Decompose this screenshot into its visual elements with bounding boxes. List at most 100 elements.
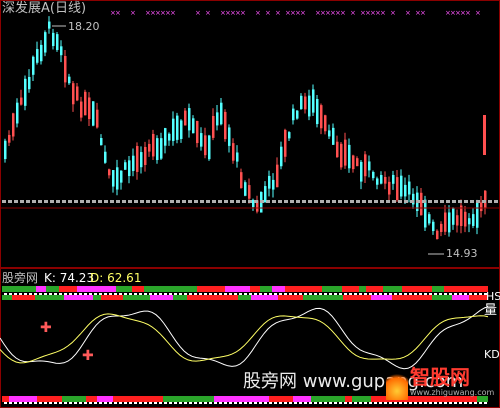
candle-body [296, 110, 299, 119]
signal-bar [359, 286, 366, 292]
dotted-marker [218, 200, 222, 203]
signal-bar [464, 286, 488, 292]
dotted-marker [64, 402, 67, 404]
candle-body [212, 115, 215, 138]
dotted-marker [104, 200, 108, 203]
dotted-marker [164, 293, 167, 295]
signal-bar [322, 286, 342, 292]
dotted-marker [109, 293, 112, 295]
signal-bar [214, 396, 242, 402]
dotted-marker [184, 293, 187, 295]
dotted-marker [84, 293, 87, 295]
dotted-marker [459, 293, 462, 295]
candle-body [80, 101, 83, 118]
dotted-marker [404, 293, 407, 295]
dotted-marker [324, 402, 327, 404]
dotted-marker [334, 402, 337, 404]
dotted-marker [26, 200, 30, 203]
signal-marker: × [170, 9, 176, 17]
signal-marker: × [205, 9, 211, 17]
candle-body [360, 161, 363, 182]
dotted-marker [152, 200, 156, 203]
candle-body [204, 135, 207, 156]
candle-body [92, 101, 95, 126]
candle-body [432, 221, 435, 232]
signal-bar [303, 295, 312, 300]
dotted-marker [149, 293, 152, 295]
dotted-marker [20, 200, 24, 203]
dotted-marker [380, 200, 384, 203]
candle-body [40, 44, 43, 62]
price-candlestick-chart[interactable]: × × × × × × × × × × × × × × × × × × × × × × × × × × × × × × × × × × × × × × × ×… [0, 0, 500, 268]
dotted-marker [326, 200, 330, 203]
dotted-marker [179, 402, 182, 404]
candle-body [44, 32, 47, 53]
watermark-logo: 智股网 www.zhiguwang.com [386, 366, 498, 404]
dotted-marker [339, 402, 342, 404]
signal-bar [144, 286, 154, 292]
dotted-marker [338, 200, 342, 203]
candle-body [328, 130, 331, 137]
dotted-marker [248, 200, 252, 203]
signal-bar [309, 286, 322, 292]
dotted-marker [169, 402, 172, 404]
candle-body [248, 185, 251, 199]
dotted-marker [424, 293, 427, 295]
d-value-label: D: 62.61 [90, 271, 142, 285]
dotted-marker [304, 402, 307, 404]
signal-bar [173, 295, 187, 300]
signal-bar [260, 286, 266, 292]
dotted-marker [334, 293, 337, 295]
candle-body [264, 186, 267, 203]
dotted-marker [470, 200, 474, 203]
candle-body [240, 172, 243, 189]
dotted-marker [339, 293, 342, 295]
signal-bar [432, 286, 444, 292]
candle-body [104, 151, 107, 163]
dotted-marker [224, 200, 228, 203]
signal-bar [123, 295, 150, 300]
dotted-marker [314, 402, 317, 404]
candle-body [232, 143, 235, 161]
signal-bar [285, 286, 309, 292]
signal-bar [432, 295, 444, 300]
dotted-marker [109, 402, 112, 404]
signal-bar [169, 286, 197, 292]
dotted-marker [8, 200, 12, 203]
dotted-marker [386, 200, 390, 203]
dotted-marker [234, 293, 237, 295]
signal-marker: × [130, 9, 136, 17]
candle-body [84, 91, 87, 116]
dotted-marker [264, 402, 267, 404]
dotted-marker [89, 402, 92, 404]
dotted-marker [219, 402, 222, 404]
signal-marker: × [405, 9, 411, 17]
candle-body [112, 170, 115, 187]
candle-body [280, 146, 283, 167]
candle-body [288, 132, 291, 139]
dotted-marker [224, 402, 227, 404]
dotted-marker [32, 200, 36, 203]
candle-body [116, 167, 119, 190]
signal-bar [278, 295, 284, 300]
candle-body [124, 162, 127, 170]
dotted-marker [159, 402, 162, 404]
dotted-marker [266, 200, 270, 203]
signal-marker: × [275, 9, 281, 17]
dotted-marker [362, 200, 366, 203]
dotted-marker [236, 200, 240, 203]
signal-bar [333, 295, 343, 300]
signal-bar [86, 396, 97, 402]
dotted-marker [364, 402, 367, 404]
signal-bar [284, 295, 303, 300]
dotted-marker [62, 200, 66, 203]
high-price-label: 18.20 [68, 20, 100, 33]
dotted-marker [249, 293, 252, 295]
dotted-marker [369, 402, 372, 404]
candle-body [464, 211, 467, 227]
dotted-marker [429, 293, 432, 295]
candle-body [36, 49, 39, 63]
dotted-marker [182, 200, 186, 203]
signal-bar [266, 286, 272, 292]
candle-body [24, 78, 27, 106]
